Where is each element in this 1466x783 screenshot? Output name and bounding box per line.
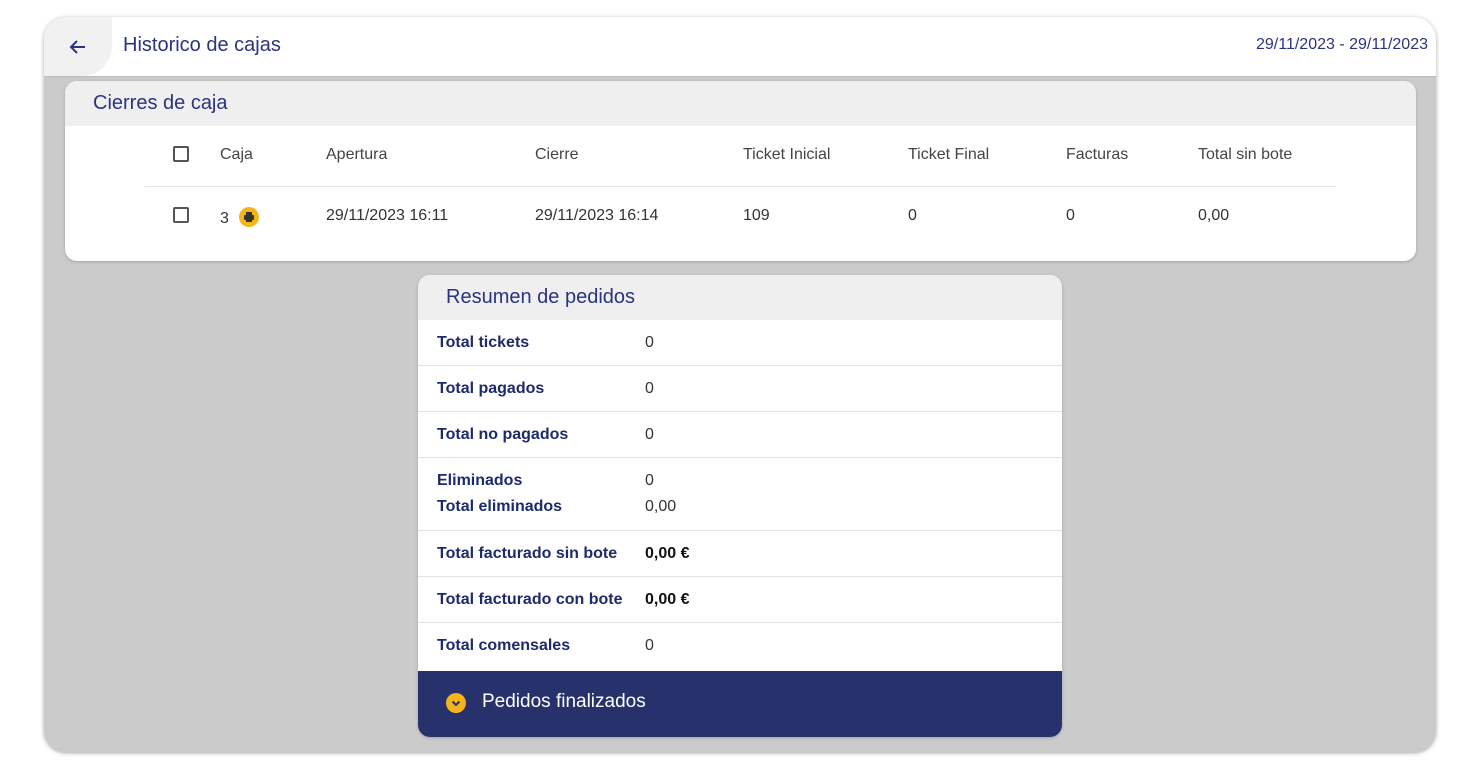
apertura-cell: 29/11/2023 16:11 xyxy=(326,207,449,224)
summary-row-total-no-pagados: Total no pagados 0 xyxy=(418,412,1062,458)
col-facturas[interactable]: Facturas xyxy=(1066,146,1128,164)
ticket-final-cell: 0 xyxy=(908,207,917,224)
select-all-checkbox[interactable] xyxy=(173,146,189,162)
table-row[interactable]: 3 29/11/2023 16:11 29/11/2023 16:14 109 … xyxy=(145,187,1336,247)
total-comensales-label: Total comensales xyxy=(437,637,571,654)
total-eliminados-label: Total eliminados xyxy=(437,498,563,515)
total-tickets-value: 0 xyxy=(645,334,654,351)
resumen-card: Resumen de pedidos Total tickets 0 Total… xyxy=(418,275,1062,737)
row-checkbox[interactable] xyxy=(173,207,189,223)
total-no-pagados-value: 0 xyxy=(645,426,654,443)
caja-value: 3 xyxy=(220,210,229,227)
total-eliminados-value: 0,00 xyxy=(645,498,677,515)
pedidos-finalizados-label: Pedidos finalizados xyxy=(482,691,646,712)
cierres-card: Cierres de caja Caja Apertura Cierre Tic… xyxy=(65,81,1416,261)
total-facturado-sin-bote-label: Total facturado sin bote xyxy=(437,545,618,562)
col-ticket-inicial[interactable]: Ticket Inicial xyxy=(743,146,830,164)
pedidos-finalizados-toggle[interactable]: Pedidos finalizados xyxy=(418,671,1062,737)
caja-cell: 3 xyxy=(220,207,260,228)
eliminados-value: 0 xyxy=(645,472,654,489)
back-button[interactable] xyxy=(44,17,112,76)
date-range[interactable]: 29/11/2023 - 29/11/2023 xyxy=(1256,36,1428,54)
cierre-cell: 29/11/2023 16:14 xyxy=(535,207,659,224)
resumen-card-header: Resumen de pedidos xyxy=(418,275,1062,320)
eliminados-label: Eliminados xyxy=(437,472,523,489)
facturas-cell: 0 xyxy=(1066,207,1075,224)
col-caja[interactable]: Caja xyxy=(220,146,253,164)
total-no-pagados-label: Total no pagados xyxy=(437,426,569,443)
resumen-title: Resumen de pedidos xyxy=(446,286,636,308)
summary-row-total-pagados: Total pagados 0 xyxy=(418,366,1062,412)
cierres-title: Cierres de caja xyxy=(93,92,228,114)
total-facturado-con-bote-label: Total facturado con bote xyxy=(437,591,623,608)
summary-row-facturado-con-bote: Total facturado con bote 0,00 € xyxy=(418,577,1062,623)
app-window: Historico de cajas 29/11/2023 - 29/11/20… xyxy=(44,17,1436,752)
total-pagados-label: Total pagados xyxy=(437,380,545,397)
printer-icon[interactable] xyxy=(239,207,260,227)
total-tickets-label: Total tickets xyxy=(437,334,530,351)
table-header-row: Caja Apertura Cierre Ticket Inicial Tick… xyxy=(145,126,1336,187)
col-apertura[interactable]: Apertura xyxy=(326,146,387,164)
chevron-down-circle-icon xyxy=(446,693,466,713)
top-bar: Historico de cajas 29/11/2023 - 29/11/20… xyxy=(44,17,1436,77)
page-title: Historico de cajas xyxy=(123,34,281,56)
total-facturado-con-bote-value: 0,00 € xyxy=(645,591,690,608)
ticket-inicial-cell: 109 xyxy=(743,207,770,224)
col-ticket-final[interactable]: Ticket Final xyxy=(908,146,989,164)
summary-row-comensales: Total comensales 0 xyxy=(418,623,1062,668)
total-sin-bote-cell: 0,00 xyxy=(1198,207,1230,224)
col-cierre[interactable]: Cierre xyxy=(535,146,579,164)
summary-row-total-tickets: Total tickets 0 xyxy=(418,320,1062,366)
cierres-card-header: Cierres de caja xyxy=(65,81,1416,126)
col-total-sin-bote[interactable]: Total sin bote xyxy=(1198,146,1292,164)
total-pagados-value: 0 xyxy=(645,380,654,397)
cierres-table: Caja Apertura Cierre Ticket Inicial Tick… xyxy=(145,126,1336,247)
total-facturado-sin-bote-value: 0,00 € xyxy=(645,545,690,562)
summary-row-facturado-sin-bote: Total facturado sin bote 0,00 € xyxy=(418,531,1062,577)
arrow-left-icon xyxy=(69,39,85,54)
total-comensales-value: 0 xyxy=(645,637,654,654)
summary-row-eliminados: Eliminados 0 Total eliminados 0,00 xyxy=(418,458,1062,531)
